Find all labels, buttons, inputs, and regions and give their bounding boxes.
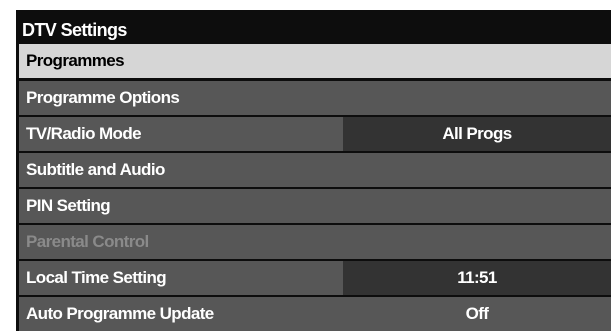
menu-item-label: PIN Setting xyxy=(26,196,111,215)
menu-item-label: Local Time Setting xyxy=(26,268,167,287)
dtv-settings-panel: DTV Settings Programmes Programme Option… xyxy=(16,10,611,331)
menu-item-label: Programme Options xyxy=(26,88,180,107)
section-header-label: Programmes xyxy=(26,51,125,70)
menu-item-label: Subtitle and Audio xyxy=(26,160,165,179)
local-time-value[interactable]: 11:51 xyxy=(343,261,611,295)
menu-title: DTV Settings xyxy=(22,20,127,40)
menu-item-label: Parental Control xyxy=(26,232,149,251)
auto-programme-update-value[interactable]: Off xyxy=(343,297,611,331)
menu-item-tv-radio-mode[interactable]: TV/Radio Mode All Progs xyxy=(19,117,611,151)
menu-item-parental-control: Parental Control xyxy=(19,225,611,259)
menu-item-subtitle-and-audio[interactable]: Subtitle and Audio xyxy=(19,153,611,187)
section-header-programmes: Programmes xyxy=(19,44,611,78)
menu-item-programme-options[interactable]: Programme Options xyxy=(19,81,611,115)
tv-radio-mode-value[interactable]: All Progs xyxy=(343,117,611,151)
menu-item-local-time-setting[interactable]: Local Time Setting 11:51 xyxy=(19,261,611,295)
menu-item-label: TV/Radio Mode xyxy=(26,124,142,143)
menu-item-pin-setting[interactable]: PIN Setting xyxy=(19,189,611,223)
menu-item-label: Auto Programme Update xyxy=(26,304,214,323)
menu-item-auto-programme-update[interactable]: Auto Programme Update Off xyxy=(19,297,611,331)
